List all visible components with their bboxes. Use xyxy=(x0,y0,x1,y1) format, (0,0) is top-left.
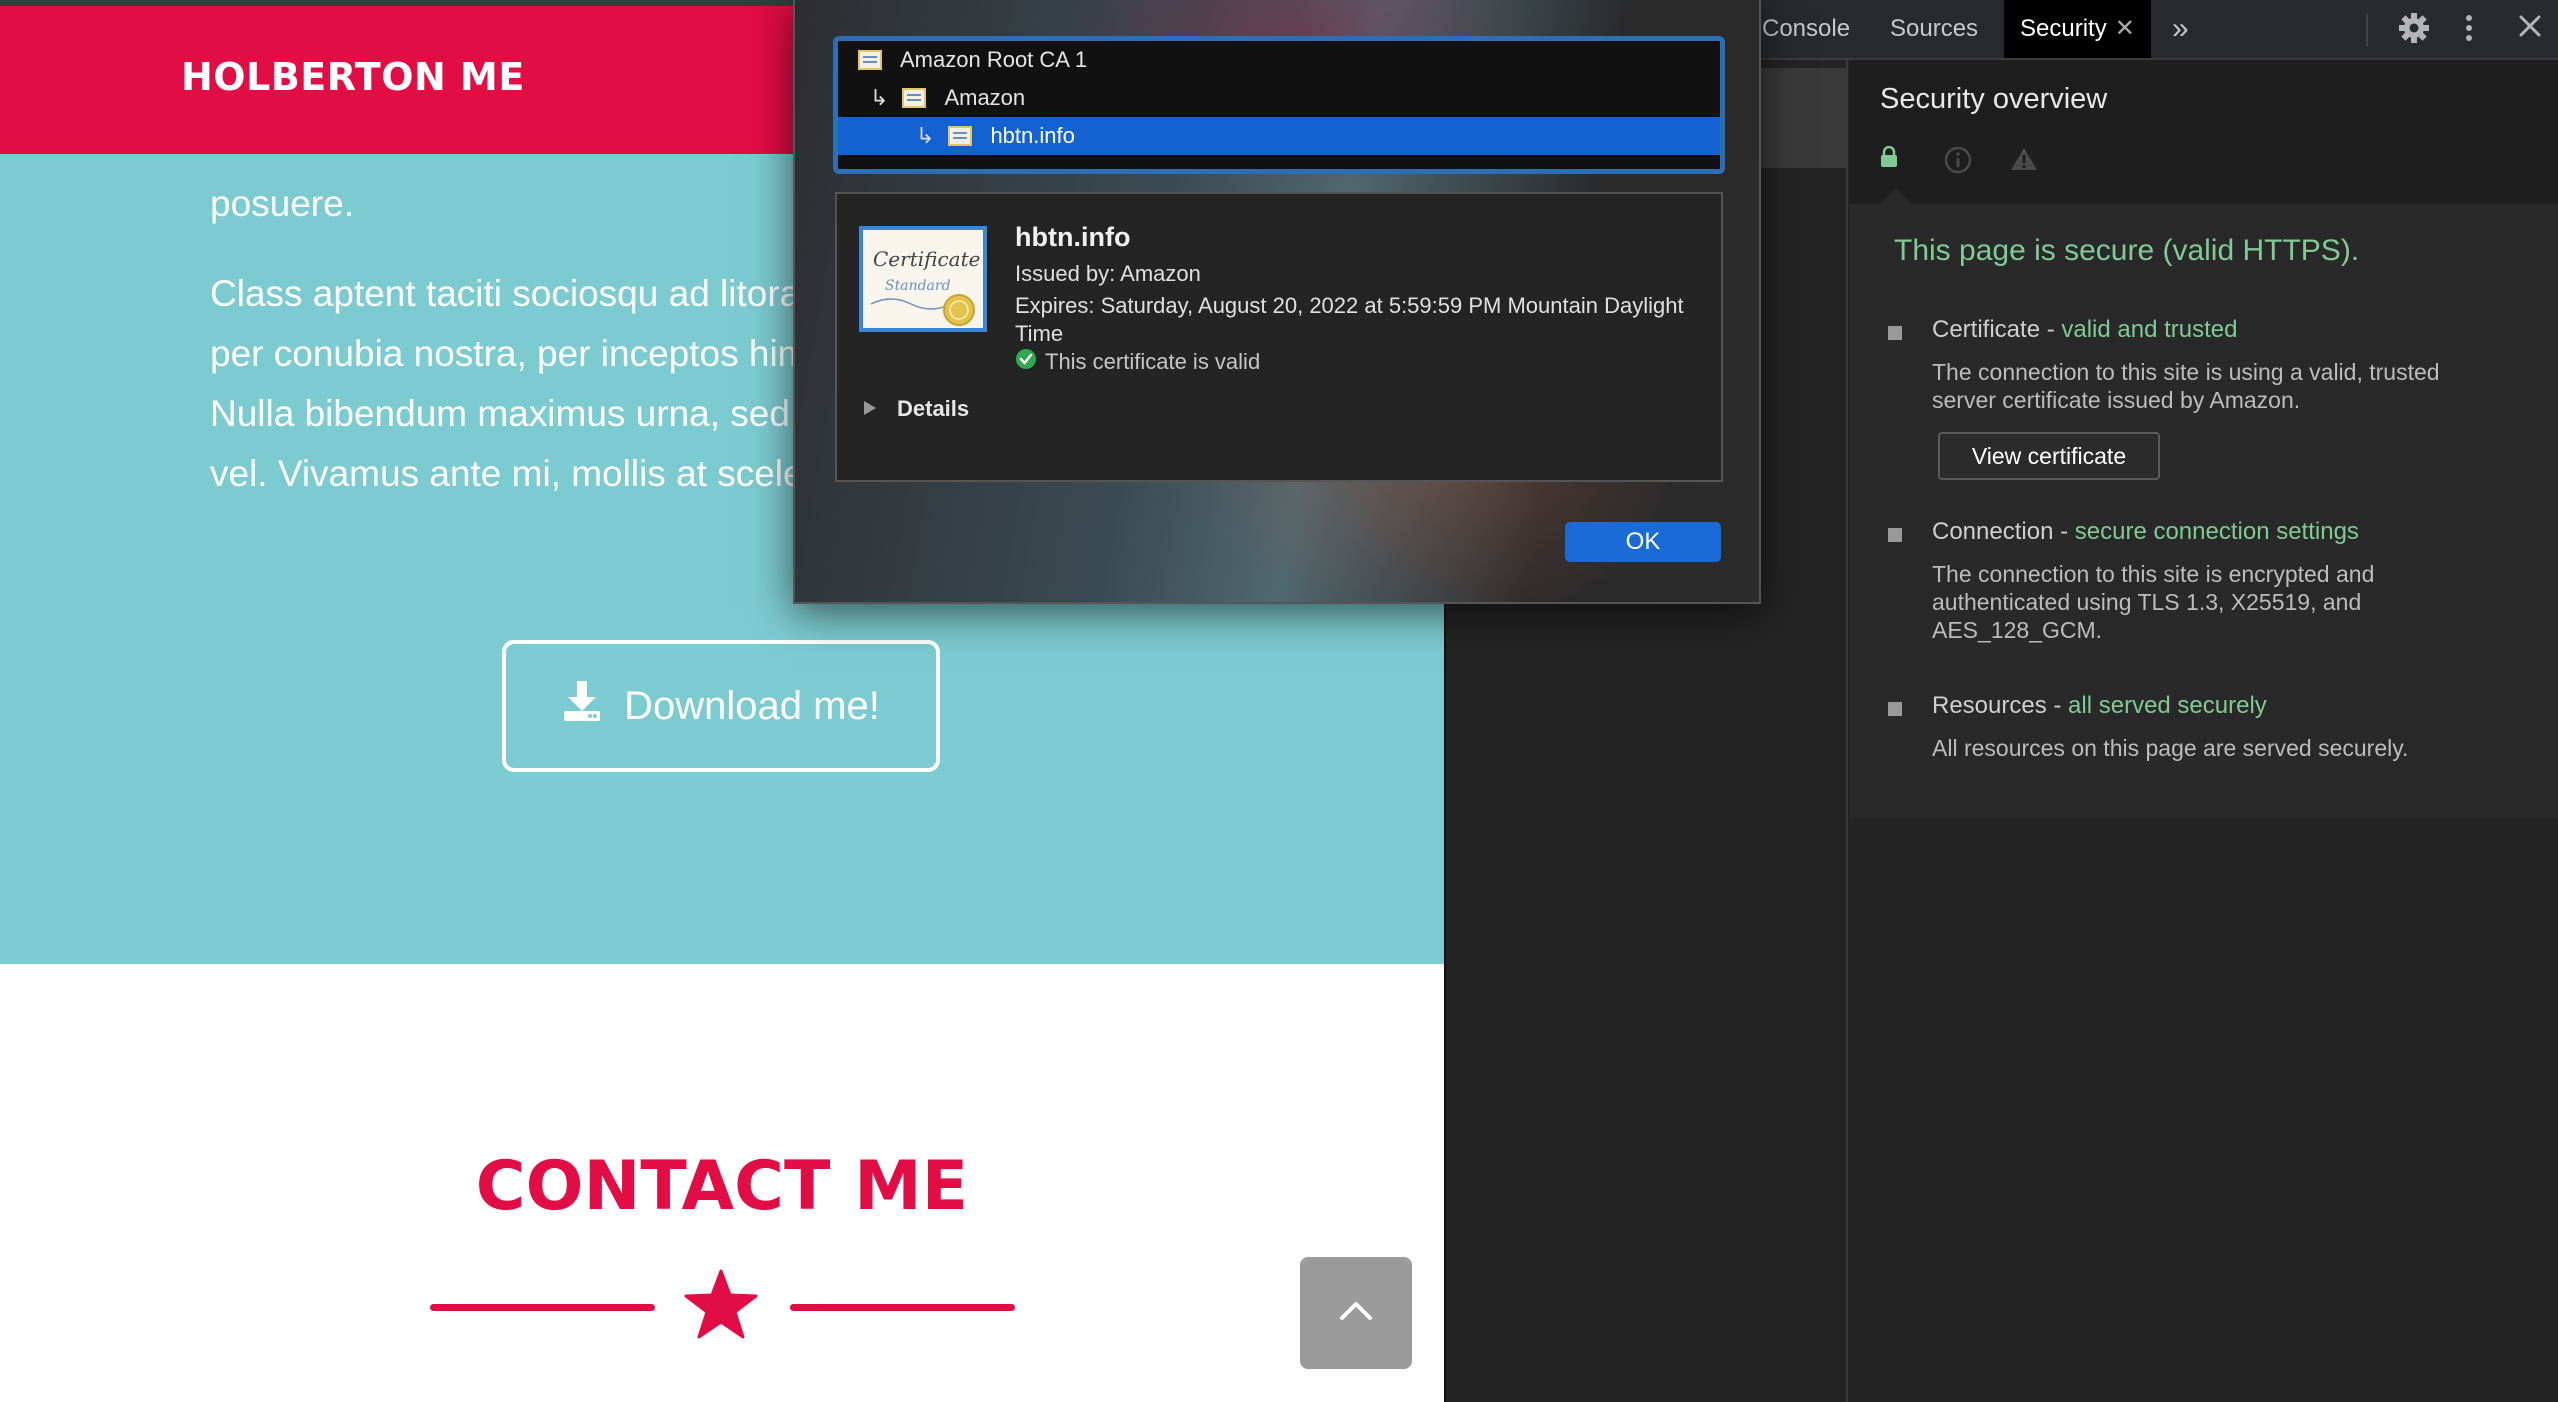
security-title: Security overview xyxy=(1880,83,2108,115)
certificate-issuer: Issued by: Amazon xyxy=(1015,261,1201,286)
chain-arrow-icon: ↳ xyxy=(916,123,935,148)
chain-item-label: Amazon Root CA 1 xyxy=(900,47,1088,72)
certificate-chain-list: Amazon Root CA 1 ↳ Amazon ↳ hbtn.info xyxy=(833,36,1725,174)
chain-item-leaf[interactable]: ↳ hbtn.info xyxy=(838,117,1720,155)
certificate-subject: hbtn.info xyxy=(1015,222,1131,252)
certificate-validity: This certificate is valid xyxy=(1015,348,1260,376)
connection-description: The connection to this site is encrypted… xyxy=(1932,561,2375,643)
bullet-icon xyxy=(1888,702,1902,716)
close-icon[interactable] xyxy=(2516,12,2544,48)
bullet-icon xyxy=(1888,326,1902,340)
certificate-icon xyxy=(858,50,882,70)
certificate-icon xyxy=(948,126,973,146)
chevron-up-icon xyxy=(1336,1298,1376,1329)
resources-description: All resources on this page are served se… xyxy=(1932,735,2409,761)
resources-label: Resources - xyxy=(1932,692,2069,719)
star-icon xyxy=(684,1269,758,1344)
more-vertical-icon[interactable] xyxy=(2464,12,2474,52)
toolbar-separator xyxy=(2366,14,2368,46)
download-icon xyxy=(562,679,602,733)
chain-item-intermediate[interactable]: ↳ Amazon xyxy=(838,79,1720,117)
chain-item-label: Amazon xyxy=(944,85,1026,110)
info-icon xyxy=(1944,146,1972,179)
secure-summary: This page is secure (valid HTTPS). xyxy=(1894,234,2360,267)
validity-text: This certificate is valid xyxy=(1045,349,1261,374)
lock-icon xyxy=(1880,145,1898,173)
certificate-heading: Certificate - valid and trusted xyxy=(1932,316,2237,344)
connection-label: Connection - xyxy=(1932,518,2075,545)
site-brand[interactable]: HOLBERTON ME xyxy=(181,55,525,99)
scroll-top-button[interactable] xyxy=(1300,1257,1412,1369)
contact-title: CONTACT ME xyxy=(475,1147,969,1226)
certificate-dialog: Amazon Root CA 1 ↳ Amazon ↳ hbtn.info Ce… xyxy=(793,0,1761,604)
security-header: Security overview xyxy=(1850,60,2558,204)
certificate-badge-icon: Certificate Standard xyxy=(859,226,987,332)
ok-button[interactable]: OK xyxy=(1565,522,1721,562)
selected-state-pointer xyxy=(1880,188,1912,204)
connection-heading: Connection - secure connection settings xyxy=(1932,518,2359,546)
download-button[interactable]: Download me! xyxy=(502,640,940,772)
chain-item-label: hbtn.info xyxy=(990,123,1075,148)
details-disclosure[interactable]: Details xyxy=(863,396,969,422)
divider-right xyxy=(790,1304,1015,1311)
tab-security-label: Security xyxy=(2020,15,2107,42)
resources-heading: Resources - all served securely xyxy=(1932,692,2267,720)
check-circle-icon xyxy=(1015,348,1037,376)
download-label: Download me! xyxy=(624,683,880,728)
security-overview-pane: Security overview This page is secure (v… xyxy=(1850,60,2558,818)
bullet-icon xyxy=(1888,528,1902,542)
contact-section: CONTACT ME xyxy=(0,964,1444,1402)
settings-icon[interactable] xyxy=(2398,12,2430,52)
certificate-description: The connection to this site is using a v… xyxy=(1932,359,2440,413)
certificate-info-panel: Certificate Standard hbtn.info Issued by… xyxy=(835,192,1723,482)
disclosure-triangle-icon xyxy=(863,396,877,422)
details-label: Details xyxy=(897,396,970,421)
tab-sources[interactable]: Sources xyxy=(1874,0,1994,58)
security-details: This page is secure (valid HTTPS). Certi… xyxy=(1850,204,2558,818)
view-certificate-button[interactable]: View certificate xyxy=(1938,432,2160,480)
resources-status: all served securely xyxy=(2068,692,2267,719)
connection-status: secure connection settings xyxy=(2074,518,2359,545)
certificate-expiry: Expires: Saturday, August 20, 2022 at 5:… xyxy=(1015,293,1684,346)
certificate-label: Certificate - xyxy=(1932,316,2062,343)
svg-text:Certificate: Certificate xyxy=(873,247,980,271)
close-tab-icon[interactable]: ✕ xyxy=(2115,15,2135,42)
certificate-status: valid and trusted xyxy=(2061,316,2238,343)
divider-left xyxy=(430,1304,655,1311)
chain-arrow-icon: ↳ xyxy=(870,85,889,110)
svg-text:Standard: Standard xyxy=(885,278,951,294)
more-tabs-button[interactable]: » xyxy=(2156,0,2205,58)
tab-security[interactable]: Security ✕ xyxy=(2004,0,2151,58)
chain-item-root[interactable]: Amazon Root CA 1 xyxy=(838,41,1720,79)
certificate-icon xyxy=(902,88,927,108)
warning-icon xyxy=(2010,146,2038,177)
tab-console[interactable]: Console xyxy=(1746,0,1866,58)
